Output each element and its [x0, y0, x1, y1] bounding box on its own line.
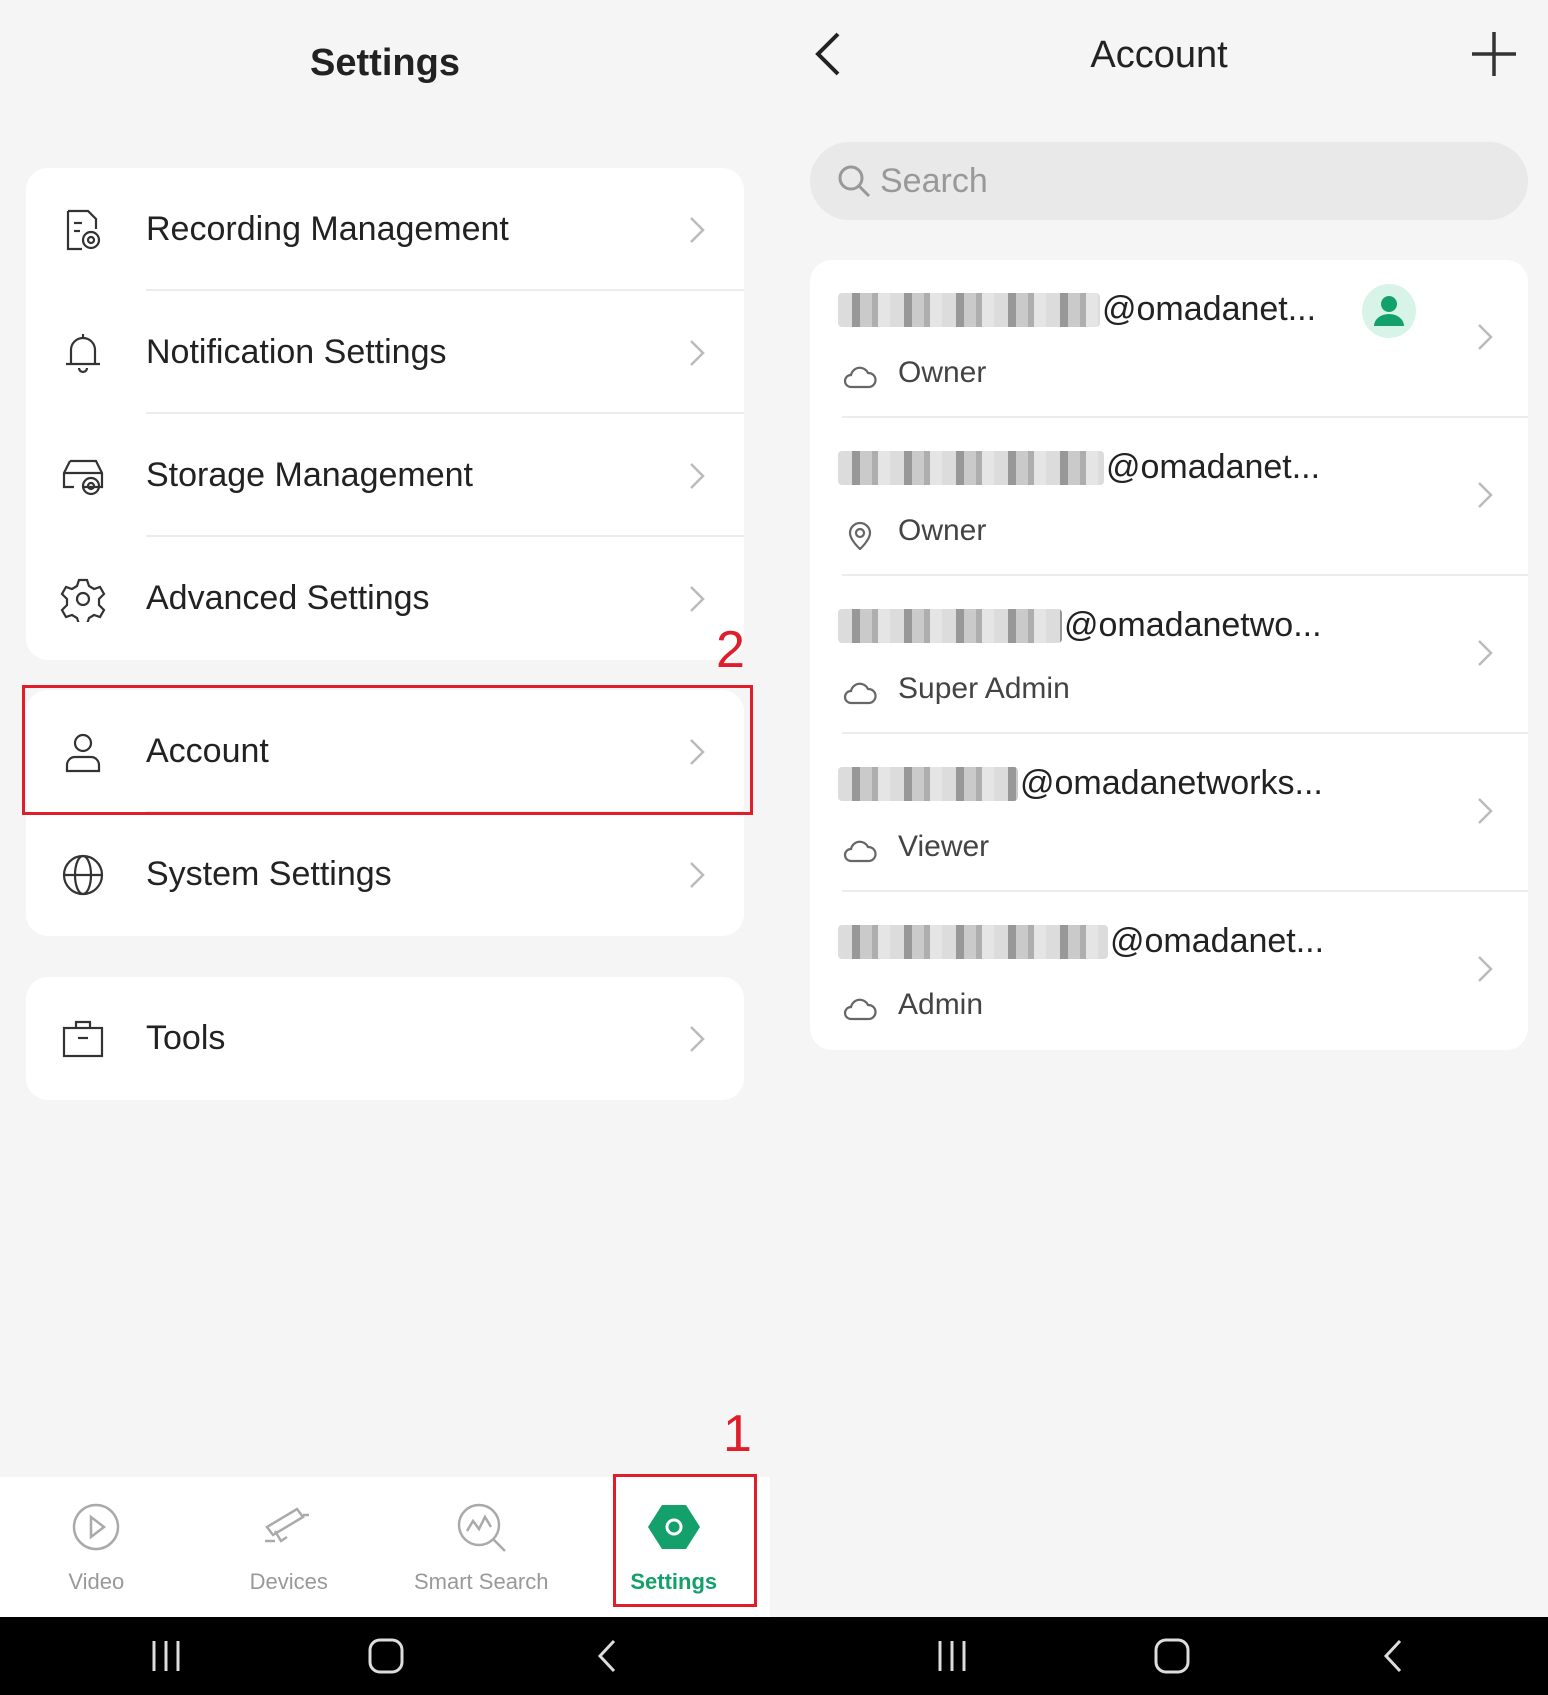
chevron-right-icon: [1474, 794, 1496, 828]
chevron-right-icon: [1474, 952, 1496, 986]
account-list-item[interactable]: @omadanetwo... Super Admin: [810, 576, 1528, 734]
tab-video[interactable]: Video: [0, 1477, 193, 1617]
annotation-step-2: 2: [716, 621, 745, 679]
settings-item-tools[interactable]: Tools: [26, 977, 744, 1100]
tab-smart-search[interactable]: Smart Search: [385, 1477, 578, 1617]
gear-icon: [60, 576, 106, 622]
account-list-item[interactable]: @omadanet... Owner: [810, 260, 1528, 418]
cloud-icon: [842, 836, 878, 866]
cloud-icon: [842, 994, 878, 1024]
toolbox-icon: [60, 1016, 106, 1062]
recent-apps-icon[interactable]: [928, 1633, 976, 1679]
account-email-domain: @omadanet...: [1106, 448, 1321, 486]
account-email: @omadanetworks...: [838, 764, 1323, 803]
account-email-domain: @omadanetworks...: [1020, 764, 1323, 802]
settings-group-main: Recording Management Notification Settin…: [26, 168, 744, 660]
video-play-icon: [68, 1499, 124, 1555]
cloud-icon: [842, 678, 878, 708]
settings-item-label: System Settings: [146, 855, 392, 893]
chevron-right-icon: [1474, 478, 1496, 512]
search-input[interactable]: [880, 161, 1480, 201]
chevron-right-icon: [686, 582, 708, 616]
settings-item-label: Storage Management: [146, 456, 473, 494]
storage-icon: [60, 453, 106, 499]
account-screen: Account @omadanet... Owner: [770, 0, 1548, 1617]
system-navigation-bar: [0, 1617, 1548, 1695]
account-email-domain: @omadanet...: [1102, 290, 1317, 328]
settings-group-tools: Tools: [26, 977, 744, 1100]
recording-management-icon: [60, 207, 106, 253]
chevron-right-icon: [686, 459, 708, 493]
page-title: Account: [1090, 34, 1228, 76]
account-email: @omadanet...: [838, 448, 1320, 487]
tab-devices[interactable]: Devices: [193, 1477, 386, 1617]
account-list-item[interactable]: @omadanet... Admin: [810, 892, 1528, 1050]
redacted-email-prefix: [838, 766, 1018, 801]
redacted-email-prefix: [838, 292, 1100, 327]
tab-label: Devices: [249, 1569, 328, 1594]
location-pin-icon: [842, 520, 878, 550]
account-list-item[interactable]: @omadanet... Owner: [810, 418, 1528, 576]
chevron-right-icon: [686, 213, 708, 247]
settings-item-label: Advanced Settings: [146, 579, 430, 617]
chevron-right-icon: [686, 858, 708, 892]
annotation-step-1: 1: [723, 1405, 752, 1463]
settings-item-recording-management[interactable]: Recording Management: [26, 168, 744, 291]
cloud-icon: [842, 362, 878, 392]
redacted-email-prefix: [838, 450, 1104, 485]
redacted-email-prefix: [838, 608, 1062, 643]
account-email: @omadanetwo...: [838, 606, 1322, 645]
tab-label: Video: [68, 1569, 125, 1594]
account-role: Super Admin: [898, 672, 1070, 705]
account-email-domain: @omadanet...: [1110, 922, 1325, 960]
chevron-right-icon: [1474, 320, 1496, 354]
bell-icon: [60, 330, 106, 376]
page-title: Settings: [310, 42, 460, 84]
chevron-right-icon: [686, 336, 708, 370]
recent-apps-icon[interactable]: [142, 1633, 190, 1679]
account-email: @omadanet...: [838, 290, 1316, 329]
account-role: Admin: [898, 988, 984, 1021]
camera-icon: [261, 1499, 317, 1555]
smart-search-icon: [453, 1499, 509, 1555]
account-role: Owner: [898, 356, 987, 389]
annotation-highlight-account: [22, 685, 753, 815]
back-icon[interactable]: [1370, 1633, 1418, 1679]
chevron-right-icon: [1474, 636, 1496, 670]
account-role: Owner: [898, 514, 987, 547]
tab-label: Smart Search: [414, 1569, 549, 1594]
account-list-item[interactable]: @omadanetworks... Viewer: [810, 734, 1528, 892]
settings-item-notification-settings[interactable]: Notification Settings: [26, 291, 744, 414]
settings-item-label: Recording Management: [146, 210, 509, 248]
current-user-avatar-icon: [1362, 284, 1416, 338]
search-icon: [836, 163, 872, 199]
settings-item-storage-management[interactable]: Storage Management: [26, 414, 744, 537]
account-role: Viewer: [898, 830, 990, 863]
settings-item-label: Notification Settings: [146, 333, 447, 371]
add-icon[interactable]: [1470, 30, 1518, 78]
annotation-highlight-settings-tab: [613, 1474, 757, 1607]
chevron-right-icon: [686, 1022, 708, 1056]
account-email: @omadanet...: [838, 922, 1324, 961]
search-bar[interactable]: [810, 142, 1528, 220]
home-icon[interactable]: [362, 1633, 410, 1679]
globe-icon: [60, 852, 106, 898]
settings-item-system-settings[interactable]: System Settings: [26, 813, 744, 936]
settings-screen: Settings Recording Management Notificati…: [0, 0, 770, 1617]
back-icon[interactable]: [584, 1633, 632, 1679]
account-list: @omadanet... Owner @omadanet... Owner @o…: [810, 260, 1528, 1050]
settings-item-label: Tools: [146, 1019, 226, 1057]
account-email-domain: @omadanetwo...: [1064, 606, 1322, 644]
redacted-email-prefix: [838, 924, 1108, 959]
home-icon[interactable]: [1148, 1633, 1196, 1679]
settings-item-advanced-settings[interactable]: Advanced Settings: [26, 537, 744, 660]
